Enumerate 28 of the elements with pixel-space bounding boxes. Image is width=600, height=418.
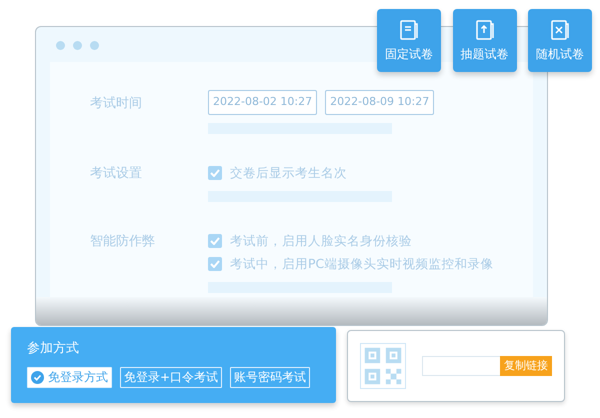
document-icon [474,18,494,40]
checkbox[interactable] [208,234,222,248]
join-option[interactable]: 免登录方式 [27,366,112,388]
date-field[interactable]: 2022-08-02 10:27 [208,90,318,114]
checkbox-label: 交卷后显示考生名次 [230,164,347,182]
link-field[interactable] [422,356,500,376]
checkbox[interactable] [208,166,222,180]
window-dot [73,41,82,50]
join-option[interactable]: 免登录+口令考试 [120,366,222,388]
date-field[interactable]: 2022-08-09 10:27 [325,90,434,114]
join-option[interactable]: 账号密码考试 [230,366,310,388]
field-label: 智能防作弊 [90,233,156,251]
checkbox[interactable] [208,257,222,272]
copy-link-button[interactable]: 复制链接 [500,356,552,376]
paper-type-button[interactable]: 抽题试卷 [452,9,516,72]
window-dot [90,41,99,50]
document-icon [399,18,419,40]
qr-code-icon [360,342,406,390]
window-dot [56,41,65,50]
checkbox-label: 考试中，启用PC端摄像头实时视频监控和录像 [230,254,494,273]
document-icon [550,18,570,40]
checkbox-label: 考试前，启用人脸实名身份核验 [230,232,412,250]
paper-type-button[interactable]: 随机试卷 [528,9,592,72]
paper-type-button[interactable]: 固定试卷 [377,9,441,72]
panel-title: 参加方式 [27,340,80,358]
check-circle-icon [31,370,44,384]
field-label: 考试时间 [90,95,143,113]
field-label: 考试设置 [90,164,143,182]
